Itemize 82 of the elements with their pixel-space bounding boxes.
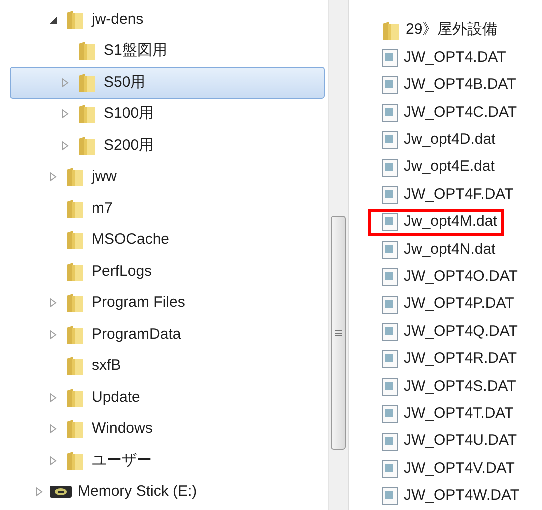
tree-item[interactable]: Windows <box>0 414 328 445</box>
tree-item[interactable]: MSOCache <box>0 224 328 256</box>
file-item[interactable]: Jw_opt4M.dat <box>368 208 504 236</box>
file-icon <box>382 186 398 204</box>
drive-icon <box>50 485 72 500</box>
file-icon <box>382 460 398 478</box>
collapsed-arrow-icon[interactable] <box>49 456 58 466</box>
folder-icon <box>66 356 84 376</box>
tree-item[interactable]: jw-dens <box>0 4 328 36</box>
tree-item[interactable]: S50用 <box>10 67 325 98</box>
folder-icon <box>66 419 84 440</box>
file-item[interactable]: JW_OPT4O.DAT <box>368 264 525 291</box>
file-icon <box>382 296 398 314</box>
collapsed-arrow-icon[interactable] <box>49 330 58 340</box>
tree-item[interactable]: S100用 <box>0 98 328 130</box>
file-item[interactable]: JW_OPT4C.DAT <box>368 99 524 127</box>
tree-item[interactable]: Program Files <box>0 288 328 319</box>
tree-item[interactable]: m7 <box>0 193 328 224</box>
folder-icon <box>66 293 84 314</box>
expanded-arrow-icon[interactable] <box>49 14 58 25</box>
folder-icon <box>78 72 96 93</box>
folder-icon <box>78 136 96 156</box>
file-icon <box>382 487 398 506</box>
file-icon <box>382 378 398 396</box>
tree-item[interactable]: Memory Stick (E:) <box>0 476 328 508</box>
tree-item[interactable]: sxfB <box>0 350 328 382</box>
file-icon <box>382 350 398 368</box>
file-item[interactable]: JW_OPT4V.DAT <box>368 455 522 483</box>
file-item[interactable]: JW_OPT4U.DAT <box>368 428 524 456</box>
file-icon <box>382 131 398 150</box>
file-icon <box>382 268 398 286</box>
tree-item[interactable]: S200用 <box>0 130 328 162</box>
tree-item[interactable]: jww <box>0 162 328 193</box>
folder-icon <box>66 10 84 30</box>
folder-icon <box>382 20 400 41</box>
tree-item[interactable]: PerfLogs <box>0 256 328 288</box>
file-icon <box>382 240 398 259</box>
tree-item[interactable]: ユーザー <box>0 445 328 476</box>
file-item[interactable]: JW_OPT4T.DAT <box>368 400 521 428</box>
collapsed-arrow-icon[interactable] <box>61 140 70 151</box>
file-item[interactable]: JW_OPT4S.DAT <box>368 373 524 400</box>
folder-icon <box>66 262 84 282</box>
collapsed-arrow-icon[interactable] <box>49 172 58 182</box>
folder-icon <box>66 388 84 408</box>
file-item[interactable]: JW_OPT4R.DAT <box>368 346 524 374</box>
folder-icon <box>66 230 84 250</box>
file-item[interactable]: JW_OPT4.DAT <box>368 44 514 72</box>
collapsed-arrow-icon[interactable] <box>35 487 44 498</box>
file-item[interactable]: JW_OPT4W.DAT <box>368 482 527 510</box>
file-item[interactable]: JW_OPT4P.DAT <box>368 290 522 318</box>
collapsed-arrow-icon[interactable] <box>61 78 70 88</box>
file-item[interactable]: Jw_opt4N.dat <box>368 236 503 264</box>
collapsed-arrow-icon[interactable] <box>61 109 70 120</box>
folder-icon <box>66 167 84 188</box>
file-icon <box>382 76 398 94</box>
collapsed-arrow-icon[interactable] <box>49 298 58 308</box>
tree-item[interactable]: Update <box>0 382 328 414</box>
file-item[interactable]: JW_OPT4Q.DAT <box>368 318 525 346</box>
folder-icon <box>66 324 84 345</box>
collapsed-arrow-icon[interactable] <box>49 392 58 403</box>
folder-icon <box>78 41 96 62</box>
file-item[interactable]: Jw_opt4E.dat <box>368 154 502 182</box>
file-item[interactable]: JW_OPT4B.DAT <box>368 72 524 100</box>
scrollbar-thumb[interactable] <box>331 216 346 450</box>
file-item[interactable]: JW_OPT4F.DAT <box>368 181 521 209</box>
file-icon <box>382 104 398 122</box>
grip-icon <box>335 330 342 336</box>
file-item[interactable]: 29》屋外設備 <box>368 17 505 44</box>
scrollbar[interactable] <box>328 0 348 510</box>
file-icon <box>382 405 398 424</box>
collapsed-arrow-icon[interactable] <box>49 424 58 434</box>
folder-icon <box>66 198 84 219</box>
file-icon <box>382 158 398 177</box>
tree-item[interactable]: S1盤図用 <box>0 36 328 67</box>
file-item[interactable]: Jw_opt4D.dat <box>368 126 503 154</box>
file-icon <box>382 213 398 232</box>
file-icon <box>382 49 398 68</box>
tree-item[interactable]: ProgramData <box>0 319 328 350</box>
file-icon <box>382 432 398 451</box>
folder-icon <box>66 450 84 471</box>
folder-icon <box>78 104 96 124</box>
file-icon <box>382 322 398 341</box>
